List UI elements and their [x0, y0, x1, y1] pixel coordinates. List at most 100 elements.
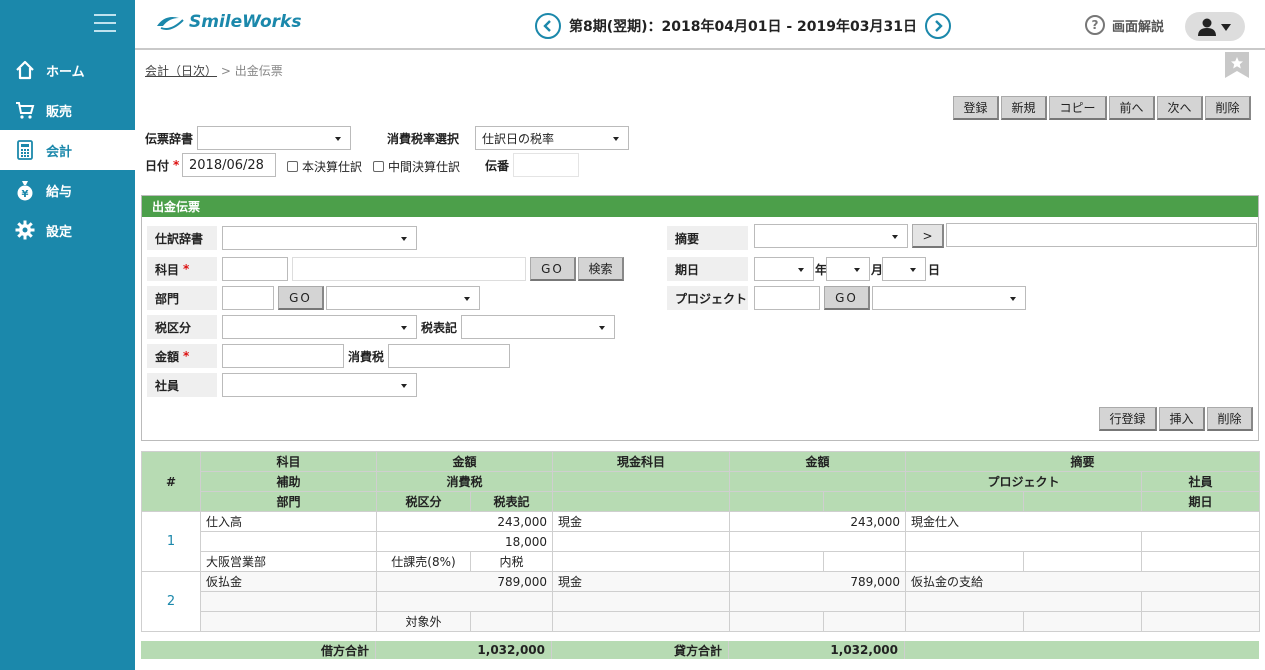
table-row[interactable] — [142, 591, 1260, 612]
summary-apply-button[interactable]: > — [912, 224, 944, 248]
checkbox-box — [287, 161, 298, 172]
cell-tax — [376, 591, 553, 612]
consumption-tax-input[interactable] — [388, 344, 510, 368]
help-button[interactable]: ? 画面解説 — [1085, 15, 1164, 35]
table-row[interactable]: 18,000 — [142, 531, 1260, 552]
date-input[interactable]: 2018/06/28 — [182, 153, 276, 177]
project-label: プロジェクト — [667, 286, 748, 310]
sidebar-item-settings[interactable]: 設定 — [0, 210, 135, 250]
cell-amount: 789,000 — [376, 571, 553, 592]
date-label: 日付 * — [145, 153, 179, 177]
tax-notation-label: 税表記 — [421, 320, 458, 335]
bookmark-star-icon[interactable] — [1225, 52, 1249, 78]
employee-select[interactable] — [222, 373, 417, 397]
cell-cash-account: 現金 — [552, 511, 730, 532]
delete-row-button[interactable]: 削除 — [1207, 407, 1253, 431]
department-go-button[interactable]: GO — [278, 286, 324, 310]
department-code-input[interactable] — [222, 286, 274, 310]
cell-amount: 243,000 — [376, 511, 553, 532]
sidebar-item-payroll[interactable]: ¥ 給与 — [0, 170, 135, 210]
breadcrumb-parent-link[interactable]: 会計（日次） — [145, 64, 217, 78]
col-empty — [905, 491, 1024, 512]
sidebar-item-label: 会計 — [46, 144, 73, 160]
user-menu-button[interactable] — [1185, 12, 1245, 41]
credit-total-value: 1,032,000 — [729, 641, 905, 659]
due-month-select[interactable] — [826, 257, 870, 281]
consumption-tax-label: 消費税 — [348, 349, 385, 364]
final-settlement-checkbox[interactable]: 本決算仕訳 — [287, 158, 362, 175]
cell-account: 仮払金 — [200, 571, 377, 592]
cell-summary: 現金仕入 — [905, 511, 1260, 532]
col-empty — [823, 491, 906, 512]
calculator-icon — [14, 139, 36, 161]
row-register-button[interactable]: 行登録 — [1099, 407, 1157, 431]
sidebar-item-sales[interactable]: 販売 — [0, 90, 135, 130]
cell-tax-class: 対象外 — [376, 611, 471, 632]
cell-project — [905, 531, 1142, 552]
register-button[interactable]: 登録 — [953, 96, 999, 120]
sidebar-item-label: 設定 — [46, 224, 73, 240]
table-row[interactable]: 大阪営業部 仕課売(8%) 内税 — [142, 551, 1260, 572]
sidebar-item-home[interactable]: ホーム — [0, 50, 135, 90]
checkbox-box — [373, 161, 384, 172]
sidebar-item-accounting[interactable]: 会計 — [0, 130, 135, 170]
cell-sub-account — [200, 531, 377, 552]
sidebar-item-label: 給与 — [46, 184, 73, 200]
project-go-button[interactable]: GO — [824, 286, 870, 310]
voucher-dict-select[interactable] — [197, 126, 351, 150]
cell-empty — [552, 611, 730, 632]
summary-input[interactable] — [946, 223, 1257, 247]
tax-class-label: 税区分 — [147, 315, 217, 339]
row-number[interactable]: 1 — [141, 511, 201, 572]
menu-toggle-icon[interactable] — [94, 14, 116, 32]
copy-button[interactable]: コピー — [1049, 96, 1107, 120]
voucher-dict-label: 伝票辞書 — [145, 131, 194, 146]
delete-button[interactable]: 削除 — [1205, 96, 1251, 120]
row-number[interactable]: 2 — [141, 571, 201, 632]
col-empty — [1023, 491, 1142, 512]
prev-period-button[interactable] — [535, 13, 561, 39]
employee-label: 社員 — [147, 373, 217, 397]
account-go-button[interactable]: GO — [530, 257, 576, 281]
amount-input[interactable] — [222, 344, 344, 368]
required-mark: * — [183, 262, 190, 276]
top-bar: SmileWorks 第8期(翌期)：2018年04月01日 - 2019年03… — [135, 0, 1265, 50]
logo[interactable]: SmileWorks — [155, 12, 301, 32]
tax-class-select[interactable] — [222, 315, 417, 339]
chevron-right-icon — [935, 20, 943, 32]
tax-rate-select[interactable]: 仕訳日の税率 — [475, 126, 629, 150]
account-code-input[interactable] — [222, 257, 288, 281]
tax-rate-label: 消費税率選択 — [387, 131, 460, 146]
yen-bag-icon: ¥ — [14, 179, 36, 201]
smileworks-logo-icon — [157, 17, 184, 30]
next-period-button[interactable] — [924, 13, 951, 39]
gear-icon — [14, 219, 36, 241]
due-date-label: 期日 — [667, 257, 748, 281]
insert-row-button[interactable]: 挿入 — [1159, 407, 1205, 431]
totals-bar: 借方合計 1,032,000 貸方合計 1,032,000 — [141, 641, 1259, 659]
logo-text: SmileWorks — [189, 12, 302, 32]
tax-notation-select[interactable] — [461, 315, 615, 339]
interim-settlement-checkbox[interactable]: 中間決算仕訳 — [373, 158, 460, 175]
project-select[interactable] — [872, 286, 1026, 310]
next-button[interactable]: 次へ — [1157, 96, 1203, 120]
table-row[interactable]: 対象外 — [142, 611, 1260, 632]
table-row[interactable]: 1 仕入高 243,000 現金 243,000 現金仕入 — [141, 511, 1260, 572]
new-button[interactable]: 新規 — [1001, 96, 1047, 120]
sidebar-item-label: ホーム — [46, 64, 85, 80]
cell-tax-notation: 内税 — [470, 551, 553, 572]
summary-select[interactable] — [754, 224, 908, 248]
cell-empty — [905, 611, 1024, 632]
account-search-button[interactable]: 検索 — [578, 257, 624, 281]
cell-account: 仕入高 — [200, 511, 377, 532]
project-code-input[interactable] — [754, 286, 820, 310]
col-empty — [729, 471, 906, 492]
prev-button[interactable]: 前へ — [1109, 96, 1155, 120]
due-year-select[interactable] — [754, 257, 814, 281]
period-text: 第8期(翌期)：2018年04月01日 - 2019年03月31日 — [569, 19, 917, 35]
department-select[interactable] — [326, 286, 480, 310]
journal-dict-select[interactable] — [222, 226, 417, 250]
journal-dict-label: 仕訳辞書 — [147, 226, 217, 250]
table-row[interactable]: 2 仮払金 789,000 現金 789,000 仮払金の支給 — [141, 571, 1260, 632]
due-day-select[interactable] — [882, 257, 926, 281]
